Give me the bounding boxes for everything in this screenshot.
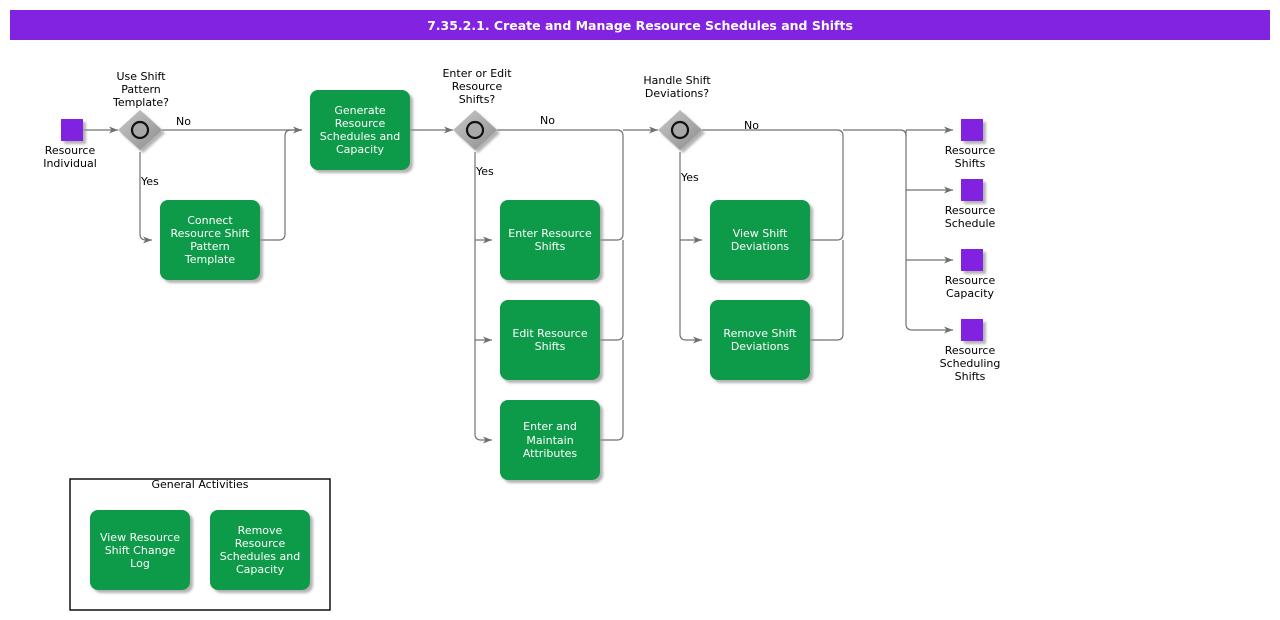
gw2-yes-label: Yes	[475, 165, 494, 178]
gw3-inclusive-circle-icon	[670, 120, 690, 140]
task-connect-resource-shift-pattern-template[interactable]: Connect Resource Shift Pattern Template	[160, 200, 260, 280]
edge-gw2-yes-spine	[474, 152, 492, 444]
edge-gw1-yes-to-connect	[139, 152, 152, 244]
edge-gw3-no-continue	[843, 129, 907, 137]
task-edit-resource-shifts-line2: Shifts	[535, 340, 566, 353]
connector-layer	[82, 126, 953, 444]
task-view-resource-shift-change-log[interactable]: View Resource Shift Change Log	[90, 510, 190, 590]
task-enter-resource-shifts-line1: Enter Resource	[508, 227, 592, 240]
task-view-log-line3: Log	[130, 557, 150, 570]
task-attributes-line3: Attributes	[523, 447, 578, 460]
gw3-no-label: No	[744, 119, 759, 132]
resource-shifts-shape[interactable]	[961, 119, 983, 141]
gw2-question-line3: Shifts?	[459, 93, 496, 106]
task-view-log-line1: View Resource	[100, 531, 180, 544]
task-view-deviations-line1: View Shift	[733, 227, 788, 240]
flowchart-canvas: Resource Individual Use Shift Pattern Te…	[43, 67, 1001, 611]
task-enter-resource-shifts-line2: Shifts	[535, 240, 566, 253]
edge-gw3-no	[702, 129, 844, 137]
task-view-deviations-line2: Deviations	[731, 240, 790, 253]
task-view-log-line2: Shift Change	[105, 544, 176, 557]
output-node-resource-capacity[interactable]: Resource Capacity	[945, 249, 996, 300]
task-view-shift-deviations[interactable]: View Shift Deviations	[710, 200, 810, 280]
gw2-question-line1: Enter or Edit	[442, 67, 512, 80]
gateway-handle-shift-deviations[interactable]: Handle Shift Deviations? No Yes	[643, 74, 759, 184]
edge-attributes-to-merge	[600, 340, 624, 441]
task-remove-schedules-line3: Schedules and	[220, 550, 300, 563]
resource-shifts-label-line2: Shifts	[955, 157, 986, 170]
task-edit-resource-shifts-line1: Edit Resource	[512, 327, 587, 340]
gw1-question-line1: Use Shift	[116, 70, 166, 83]
resource-capacity-label-line2: Capacity	[946, 287, 995, 300]
resource-scheduling-shifts-shape[interactable]	[961, 319, 983, 341]
task-remove-deviations-line2: Deviations	[731, 340, 790, 353]
gw3-question-line2: Deviations?	[645, 87, 709, 100]
task-generate-line1: Generate	[334, 104, 386, 117]
edge-edit-shifts-to-merge	[600, 240, 624, 341]
gw3-yes-label: Yes	[680, 171, 699, 184]
task-connect-line3: Pattern	[190, 240, 230, 253]
task-remove-shift-deviations[interactable]: Remove Shift Deviations	[710, 300, 810, 380]
output-node-resource-schedule[interactable]: Resource Schedule	[945, 179, 996, 230]
resource-individual-shape[interactable]	[61, 119, 83, 141]
task-generate-line3: Schedules and	[320, 130, 400, 143]
resource-schedule-shape[interactable]	[961, 179, 983, 201]
gateway-enter-or-edit-resource-shifts[interactable]: Enter or Edit Resource Shifts? No Yes	[442, 67, 555, 178]
resource-capacity-shape[interactable]	[961, 249, 983, 271]
output-node-resource-shifts[interactable]: Resource Shifts	[945, 119, 996, 170]
task-generate-line2: Resource	[335, 117, 386, 130]
task-remove-resource-schedules-and-capacity[interactable]: Remove Resource Schedules and Capacity	[210, 510, 310, 590]
task-connect-line4: Template	[184, 253, 235, 266]
gw1-inclusive-circle-icon	[130, 120, 150, 140]
resource-shifts-label-line1: Resource	[945, 144, 996, 157]
edge-connect-to-merge	[260, 129, 302, 241]
task-generate-resource-schedules-and-capacity[interactable]: Generate Resource Schedules and Capacity	[310, 90, 410, 170]
task-remove-deviations-line1: Remove Shift	[723, 327, 797, 340]
gw2-no-label: No	[540, 114, 555, 127]
gw1-question-line2: Pattern	[121, 83, 161, 96]
edge-dist-spine	[905, 130, 953, 334]
resource-individual-label-line1: Resource	[45, 144, 96, 157]
resource-individual-label-line2: Individual	[43, 157, 97, 170]
gw2-question-line2: Resource	[452, 80, 503, 93]
task-enter-and-maintain-attributes[interactable]: Enter and Maintain Attributes	[500, 400, 600, 480]
gw3-question-line1: Handle Shift	[643, 74, 711, 87]
task-remove-schedules-line2: Resource	[235, 537, 286, 550]
task-connect-line2: Resource Shift	[171, 227, 251, 240]
task-enter-resource-shifts[interactable]: Enter Resource Shifts	[500, 200, 600, 280]
edge-view-deviations-to-merge	[810, 136, 844, 241]
resource-scheduling-shifts-line1: Resource	[945, 344, 996, 357]
gw1-no-label: No	[176, 115, 191, 128]
resource-schedule-label-line1: Resource	[945, 204, 996, 217]
resource-capacity-label-line1: Resource	[945, 274, 996, 287]
task-edit-resource-shifts[interactable]: Edit Resource Shifts	[500, 300, 600, 380]
task-generate-line4: Capacity	[336, 143, 385, 156]
edge-gw2-no	[497, 129, 624, 137]
gw2-inclusive-circle-icon	[465, 120, 485, 140]
resource-scheduling-shifts-line3: Shifts	[955, 370, 986, 383]
start-node-resource-individual[interactable]: Resource Individual	[43, 119, 97, 170]
general-activities-group: General Activities View Resource Shift C…	[69, 478, 331, 611]
gw1-yes-label: Yes	[140, 175, 159, 188]
edge-enter-shifts-to-merge	[600, 136, 624, 241]
resource-scheduling-shifts-line2: Scheduling	[940, 357, 1001, 370]
edge-remove-deviations-to-merge	[810, 240, 844, 341]
task-attributes-line1: Enter and	[523, 420, 577, 433]
output-node-resource-scheduling-shifts[interactable]: Resource Scheduling Shifts	[940, 319, 1001, 383]
task-attributes-line2: Maintain	[526, 434, 573, 447]
gw1-question-line3: Template?	[112, 96, 169, 109]
task-connect-line1: Connect	[187, 214, 233, 227]
resource-schedule-label-line2: Schedule	[945, 217, 996, 230]
task-remove-schedules-line1: Remove	[238, 524, 283, 537]
task-remove-schedules-line4: Capacity	[236, 563, 285, 576]
gateway-use-shift-pattern-template[interactable]: Use Shift Pattern Template? No Yes	[112, 70, 191, 188]
general-activities-title: General Activities	[151, 478, 248, 491]
